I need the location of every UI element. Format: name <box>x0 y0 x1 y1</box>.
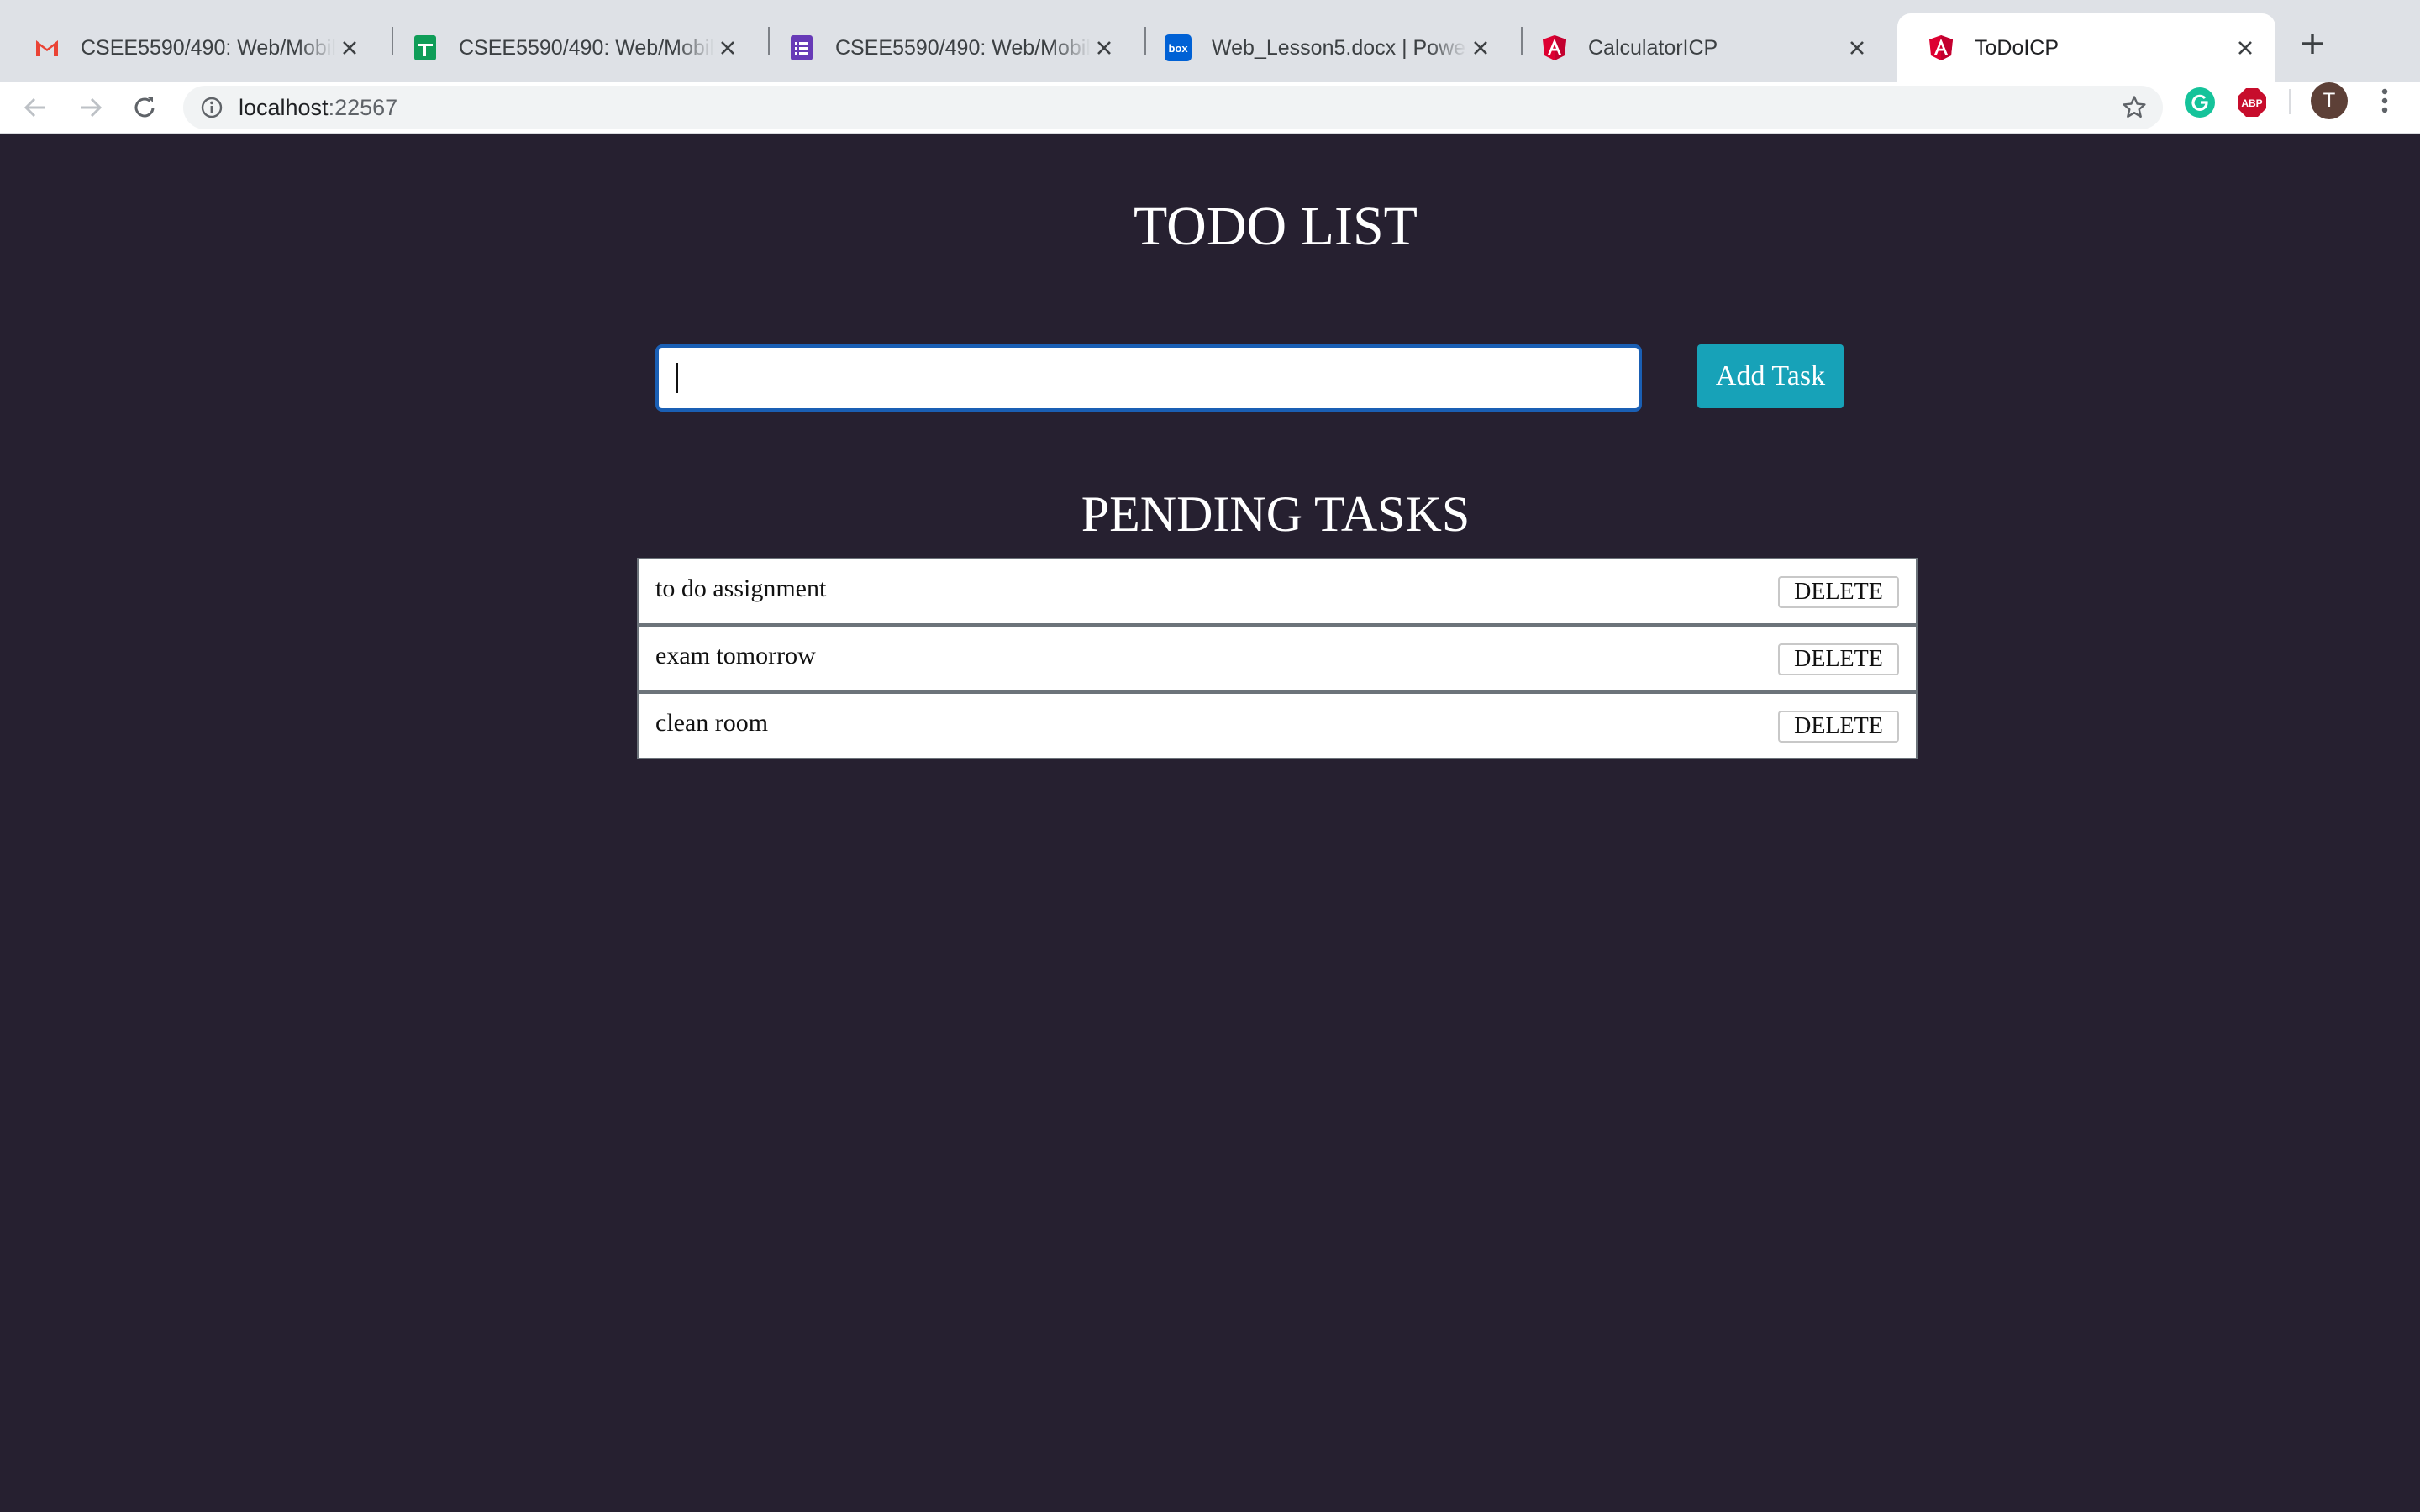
angular-icon <box>1541 34 1568 61</box>
tab-box[interactable]: box Web_Lesson5.docx | Powered <box>1134 13 1511 82</box>
add-task-button[interactable]: Add Task <box>1697 344 1844 408</box>
box-icon: box <box>1165 34 1192 61</box>
tab-title: CSEE5590/490: Web/Mobile Pr <box>835 35 1091 60</box>
new-tab-button[interactable] <box>2294 25 2331 62</box>
task-input[interactable] <box>655 344 1642 412</box>
toolbar-divider <box>2289 89 2291 114</box>
tab-title: CSEE5590/490: Web/Mobile Pr <box>459 35 714 60</box>
back-button[interactable] <box>15 87 55 128</box>
close-icon[interactable] <box>1467 34 1494 61</box>
delete-task-button[interactable]: DELETE <box>1778 711 1899 743</box>
adblock-extension-icon[interactable]: ABP <box>2237 87 2267 118</box>
avatar[interactable]: T <box>2311 82 2348 119</box>
close-icon[interactable] <box>1091 34 1118 61</box>
tab-forms[interactable]: CSEE5590/490: Web/Mobile Pr <box>758 13 1134 82</box>
page-title: TODO LIST <box>1134 196 1418 257</box>
tab-sheets[interactable]: CSEE5590/490: Web/Mobile Pr <box>381 13 758 82</box>
forward-button[interactable] <box>71 87 111 128</box>
sheets-icon <box>412 34 439 61</box>
delete-task-button[interactable]: DELETE <box>1778 643 1899 675</box>
bookmark-star-icon[interactable] <box>2121 94 2148 121</box>
pending-task-list: to do assignment DELETE exam tomorrow DE… <box>637 558 1918 759</box>
forms-icon <box>788 34 815 61</box>
tab-todo[interactable]: ToDoICP <box>1897 13 2275 82</box>
tab-title: CalculatorICP <box>1588 35 1718 60</box>
browser-tab-strip: CSEE5590/490: Web/Mobile Pr CSEE5590/490… <box>0 0 2420 82</box>
task-row: clean room DELETE <box>637 692 1918 759</box>
task-row: to do assignment DELETE <box>637 558 1918 625</box>
arrow-left-icon <box>24 97 45 118</box>
grammarly-extension-icon[interactable] <box>2185 87 2215 118</box>
task-text: clean room <box>655 709 769 737</box>
task-row: exam tomorrow DELETE <box>637 625 1918 692</box>
close-icon[interactable] <box>714 34 741 61</box>
tab-title: ToDoICP <box>1975 35 2060 60</box>
tab-title: CSEE5590/490: Web/Mobile Pr <box>81 35 336 60</box>
url-host: localhost <box>239 95 329 120</box>
info-icon[interactable] <box>198 94 225 121</box>
close-icon[interactable] <box>2232 34 2259 61</box>
tab-gmail[interactable]: CSEE5590/490: Web/Mobile Pr <box>3 13 380 82</box>
reload-button[interactable] <box>124 87 165 128</box>
task-text: to do assignment <box>655 575 827 602</box>
url-port: :22567 <box>328 95 398 120</box>
address-bar[interactable]: localhost:22567 <box>183 86 2163 129</box>
close-icon[interactable] <box>1844 34 1870 61</box>
pending-tasks-title: PENDING TASKS <box>1081 486 1470 542</box>
text-cursor <box>676 363 678 393</box>
arrow-right-icon <box>81 97 103 118</box>
tab-title: Web_Lesson5.docx | Powered <box>1212 35 1467 60</box>
box-logo-text: box <box>1168 42 1188 55</box>
abp-logo-text: ABP <box>2241 97 2262 109</box>
tab-calculator[interactable]: CalculatorICP <box>1511 13 1887 82</box>
close-icon[interactable] <box>336 34 363 61</box>
angular-icon <box>1928 34 1954 61</box>
more-menu-icon[interactable] <box>2371 87 2398 114</box>
browser-toolbar: localhost:22567 <box>0 82 2420 134</box>
delete-task-button[interactable]: DELETE <box>1778 576 1899 608</box>
gmail-icon <box>34 34 60 61</box>
url-text[interactable]: localhost:22567 <box>239 86 397 129</box>
task-text: exam tomorrow <box>655 642 816 669</box>
plus-icon <box>2302 34 2323 54</box>
reload-icon <box>134 97 155 118</box>
